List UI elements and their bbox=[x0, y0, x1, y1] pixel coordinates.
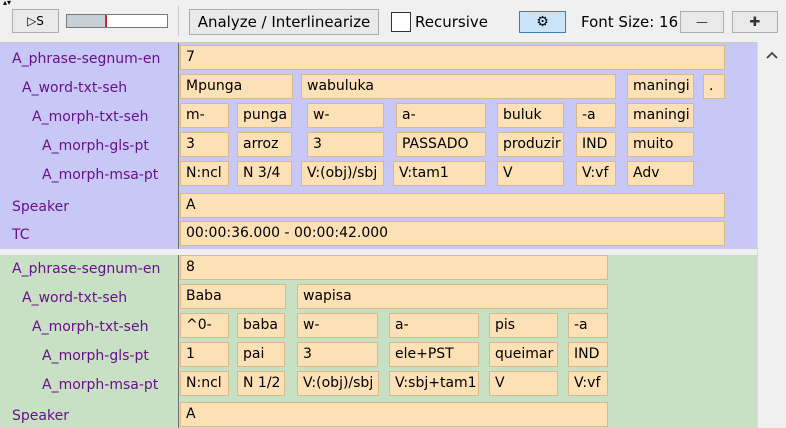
settings-button[interactable]: ⚙ bbox=[519, 11, 566, 33]
msa-cell[interactable]: V:(obj)/sbj bbox=[301, 161, 384, 186]
morph-cell[interactable]: w- bbox=[297, 313, 378, 338]
gloss-cell[interactable]: 3 bbox=[297, 342, 378, 367]
vertical-scrollbar[interactable] bbox=[757, 42, 786, 428]
morph-cell[interactable]: m- bbox=[180, 103, 229, 128]
msa-cell[interactable]: N:ncl bbox=[180, 161, 229, 186]
word-cell[interactable]: wapisa bbox=[297, 284, 608, 309]
morph-cell[interactable]: w- bbox=[307, 103, 384, 128]
tier-label-phrase: A_phrase-segnum-en bbox=[12, 51, 161, 67]
gloss-cell[interactable]: pai bbox=[237, 342, 285, 367]
toolbar: ▴▾ ▷S Analyze / Interlinearize Recursive… bbox=[0, 0, 786, 42]
segment-block-8: A_phrase-segnum-en A_word-txt-seh A_morp… bbox=[0, 255, 757, 428]
morph-cell[interactable]: a- bbox=[389, 313, 479, 338]
interlinear-grid: A_phrase-segnum-en A_word-txt-seh A_morp… bbox=[0, 42, 757, 428]
msa-cell[interactable]: V:(obj)/sbj bbox=[297, 371, 379, 396]
play-button[interactable]: ▷S bbox=[12, 9, 59, 33]
speaker-cell[interactable]: A bbox=[180, 402, 608, 427]
word-cell[interactable]: wabuluka bbox=[301, 74, 616, 99]
tc-cell[interactable]: 00:00:36.000 - 00:00:42.000 bbox=[180, 221, 725, 246]
gear-icon: ⚙ bbox=[536, 14, 549, 30]
slider-marker[interactable] bbox=[105, 15, 107, 27]
font-size-label: Font Size: 16 bbox=[581, 13, 679, 31]
recursive-checkbox[interactable] bbox=[391, 12, 411, 32]
gloss-cell[interactable]: ele+PST bbox=[389, 342, 479, 367]
msa-cell[interactable]: V:tam1 bbox=[393, 161, 486, 186]
msa-cell[interactable]: V:sbj+tam1 bbox=[389, 371, 479, 396]
phrase-cell[interactable]: 7 bbox=[180, 45, 725, 70]
toolbar-divider bbox=[178, 6, 179, 36]
increase-font-button[interactable]: ✚ bbox=[732, 11, 778, 33]
analyze-label: Analyze / Interlinearize bbox=[197, 13, 371, 31]
msa-cell[interactable]: V bbox=[489, 371, 558, 396]
morph-cell[interactable]: pis bbox=[489, 313, 558, 338]
word-cell[interactable]: . bbox=[703, 74, 725, 99]
morph-cell[interactable]: a- bbox=[396, 103, 486, 128]
play-label: ▷S bbox=[27, 14, 44, 28]
speaker-cell[interactable]: A bbox=[180, 193, 725, 218]
tier-label-speaker: Speaker bbox=[12, 408, 69, 424]
morph-cell[interactable]: -a bbox=[576, 103, 616, 128]
msa-cell[interactable]: V:vf bbox=[568, 371, 608, 396]
gloss-cell[interactable]: 3 bbox=[180, 132, 229, 157]
morph-cell[interactable]: -a bbox=[568, 313, 608, 338]
resize-handle-icon[interactable]: ▴▾ bbox=[3, 0, 13, 7]
gloss-cell[interactable]: 1 bbox=[180, 342, 229, 367]
tier-label-speaker: Speaker bbox=[12, 199, 69, 215]
gloss-cell[interactable]: IND bbox=[576, 132, 616, 157]
word-cell[interactable]: maningi bbox=[627, 74, 694, 99]
decrease-font-button[interactable]: — bbox=[680, 11, 724, 33]
gloss-cell[interactable]: queimar bbox=[489, 342, 558, 367]
tier-label-phrase: A_phrase-segnum-en bbox=[12, 261, 161, 277]
msa-cell[interactable]: N 1/2 bbox=[237, 371, 285, 396]
tier-label-morph: A_morph-txt-seh bbox=[32, 319, 149, 335]
phrase-cell[interactable]: 8 bbox=[180, 255, 608, 280]
word-cell[interactable]: Baba bbox=[180, 284, 286, 309]
gloss-cell[interactable]: PASSADO bbox=[396, 132, 486, 157]
msa-cell[interactable]: V:vf bbox=[576, 161, 616, 186]
morph-cell[interactable]: punga bbox=[237, 103, 292, 128]
analyze-button[interactable]: Analyze / Interlinearize bbox=[189, 9, 379, 35]
minus-icon: — bbox=[696, 15, 708, 29]
msa-cell[interactable]: V bbox=[497, 161, 564, 186]
morph-cell[interactable]: baba bbox=[237, 313, 285, 338]
msa-cell[interactable]: N:ncl bbox=[180, 371, 229, 396]
gloss-cell[interactable]: 3 bbox=[307, 132, 384, 157]
tier-label-tc: TC bbox=[12, 227, 30, 243]
tier-label-word: A_word-txt-seh bbox=[22, 290, 128, 306]
plus-icon: ✚ bbox=[749, 14, 761, 30]
morph-cell[interactable]: maningi bbox=[627, 103, 694, 128]
gloss-cell[interactable]: IND bbox=[568, 342, 608, 367]
word-cell[interactable]: Mpunga bbox=[180, 74, 293, 99]
scroll-up-arrow-icon[interactable] bbox=[765, 48, 779, 62]
morph-cell[interactable]: ^0- bbox=[180, 313, 229, 338]
morph-cell[interactable]: buluk bbox=[497, 103, 564, 128]
tier-label-morph: A_morph-txt-seh bbox=[32, 109, 149, 125]
tier-label-word: A_word-txt-seh bbox=[22, 80, 128, 96]
segment-block-7: A_phrase-segnum-en A_word-txt-seh A_morp… bbox=[0, 43, 757, 249]
playback-slider[interactable] bbox=[66, 14, 168, 28]
gloss-cell[interactable]: muito bbox=[627, 132, 694, 157]
msa-cell[interactable]: Adv bbox=[627, 161, 694, 186]
gloss-cell[interactable]: produzir bbox=[497, 132, 564, 157]
slider-fill bbox=[67, 15, 105, 27]
msa-cell[interactable]: N 3/4 bbox=[237, 161, 292, 186]
gloss-cell[interactable]: arroz bbox=[237, 132, 292, 157]
recursive-label: Recursive bbox=[415, 13, 488, 31]
